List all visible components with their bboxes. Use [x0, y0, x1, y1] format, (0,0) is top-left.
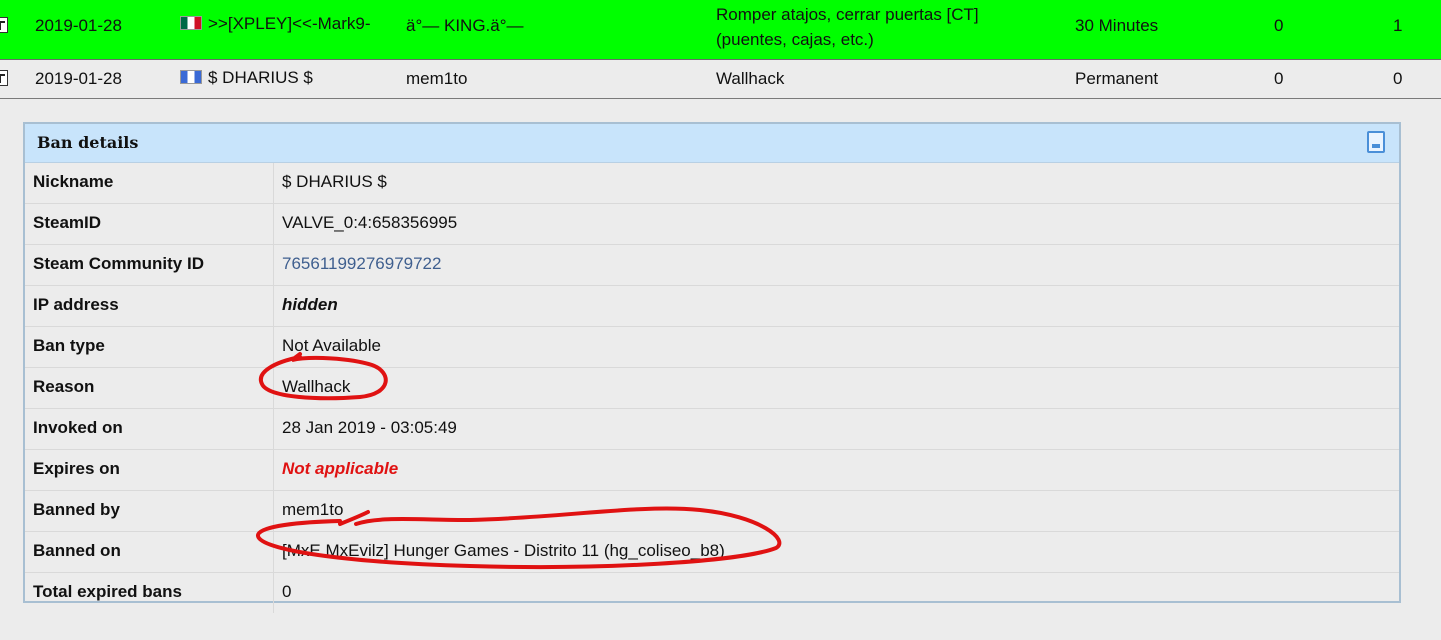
demo-file-icon[interactable]	[0, 70, 8, 86]
ban-admin: mem1to	[406, 69, 468, 88]
detail-value: Not applicable	[282, 459, 399, 478]
detail-value: 28 Jan 2019 - 03:05:49	[282, 418, 457, 437]
detail-value: hidden	[282, 295, 338, 314]
ban-count-b: 0	[1393, 69, 1403, 88]
player-name: >>[XPLEY]<<-Mark9-	[208, 14, 371, 33]
ban-count-a: 0	[1274, 16, 1284, 35]
ban-player: >>[XPLEY]<<-Mark9-	[180, 14, 371, 34]
ban-length: Permanent	[1075, 69, 1159, 88]
demo-file-icon[interactable]	[0, 17, 8, 33]
detail-row-reason: Reason Wallhack	[25, 368, 1399, 409]
detail-row-invoked-on: Invoked on 28 Jan 2019 - 03:05:49	[25, 409, 1399, 450]
ban-count-a: 0	[1274, 69, 1284, 88]
detail-row-ban-type: Ban type Not Available	[25, 327, 1399, 368]
detail-row-banned-by: Banned by mem1to	[25, 491, 1399, 532]
ban-length: 30 Minutes	[1075, 16, 1159, 35]
detail-row-total-expired-bans: Total expired bans 0	[25, 573, 1399, 613]
detail-label: Reason	[25, 368, 274, 408]
detail-label: Nickname	[25, 163, 274, 203]
detail-row-banned-on: Banned on [MxE MxEvilz] Hunger Games - D…	[25, 532, 1399, 573]
ban-details-header: Ban details	[25, 124, 1399, 163]
detail-row-steamid: SteamID VALVE_0:4:658356995	[25, 204, 1399, 245]
ban-details-title: Ban details	[37, 133, 139, 152]
ban-list-row[interactable]: 2019-01-28 >>[XPLEY]<<-Mark9- ä°— KING.ä…	[0, 0, 1441, 60]
detail-row-community-id: Steam Community ID 76561199276979722	[25, 245, 1399, 286]
ban-list-row[interactable]: 2019-01-28 $ DHARIUS $ mem1to Wallhack P…	[0, 60, 1441, 99]
mexico-flag-icon	[180, 16, 202, 30]
detail-label: Banned on	[25, 532, 274, 572]
detail-label: Invoked on	[25, 409, 274, 449]
detail-row-expires-on: Expires on Not applicable	[25, 450, 1399, 491]
detail-label: SteamID	[25, 204, 274, 244]
ban-date: 2019-01-28	[35, 69, 122, 88]
ban-admin: ä°— KING.ä°—	[406, 16, 524, 35]
ban-reason: Wallhack	[716, 69, 785, 88]
detail-label: Total expired bans	[25, 573, 274, 613]
detail-value: VALVE_0:4:658356995	[282, 213, 458, 232]
france-flag-icon	[180, 70, 202, 84]
detail-label: Ban type	[25, 327, 274, 367]
ban-details-panel: Ban details Nickname $ DHARIUS $ SteamID…	[23, 122, 1401, 613]
detail-value: Not Available	[282, 336, 381, 355]
detail-row-ip-address: IP address hidden	[25, 286, 1399, 327]
steam-community-link[interactable]: 76561199276979722	[282, 245, 441, 285]
detail-label: IP address	[25, 286, 274, 326]
detail-value: [MxE MxEvilz] Hunger Games - Distrito 11…	[282, 541, 725, 560]
detail-label: Expires on	[25, 450, 274, 490]
player-name: $ DHARIUS $	[208, 68, 313, 87]
sourcebans-page: 2019-01-28 >>[XPLEY]<<-Mark9- ä°— KING.ä…	[0, 0, 1441, 640]
ban-date: 2019-01-28	[35, 16, 122, 35]
detail-value: 0	[282, 582, 292, 601]
detail-label: Banned by	[25, 491, 274, 531]
detail-value: $ DHARIUS $	[282, 172, 387, 191]
detail-label: Steam Community ID	[25, 245, 274, 285]
detail-row-nickname: Nickname $ DHARIUS $	[25, 163, 1399, 204]
ban-count-b: 1	[1393, 16, 1403, 35]
ban-reason: Romper atajos, cerrar puertas [CT] (puen…	[716, 5, 979, 49]
document-icon[interactable]	[1367, 131, 1385, 153]
detail-value: Wallhack	[282, 377, 351, 396]
ban-player: $ DHARIUS $	[180, 68, 313, 88]
detail-value: mem1to	[282, 500, 344, 519]
